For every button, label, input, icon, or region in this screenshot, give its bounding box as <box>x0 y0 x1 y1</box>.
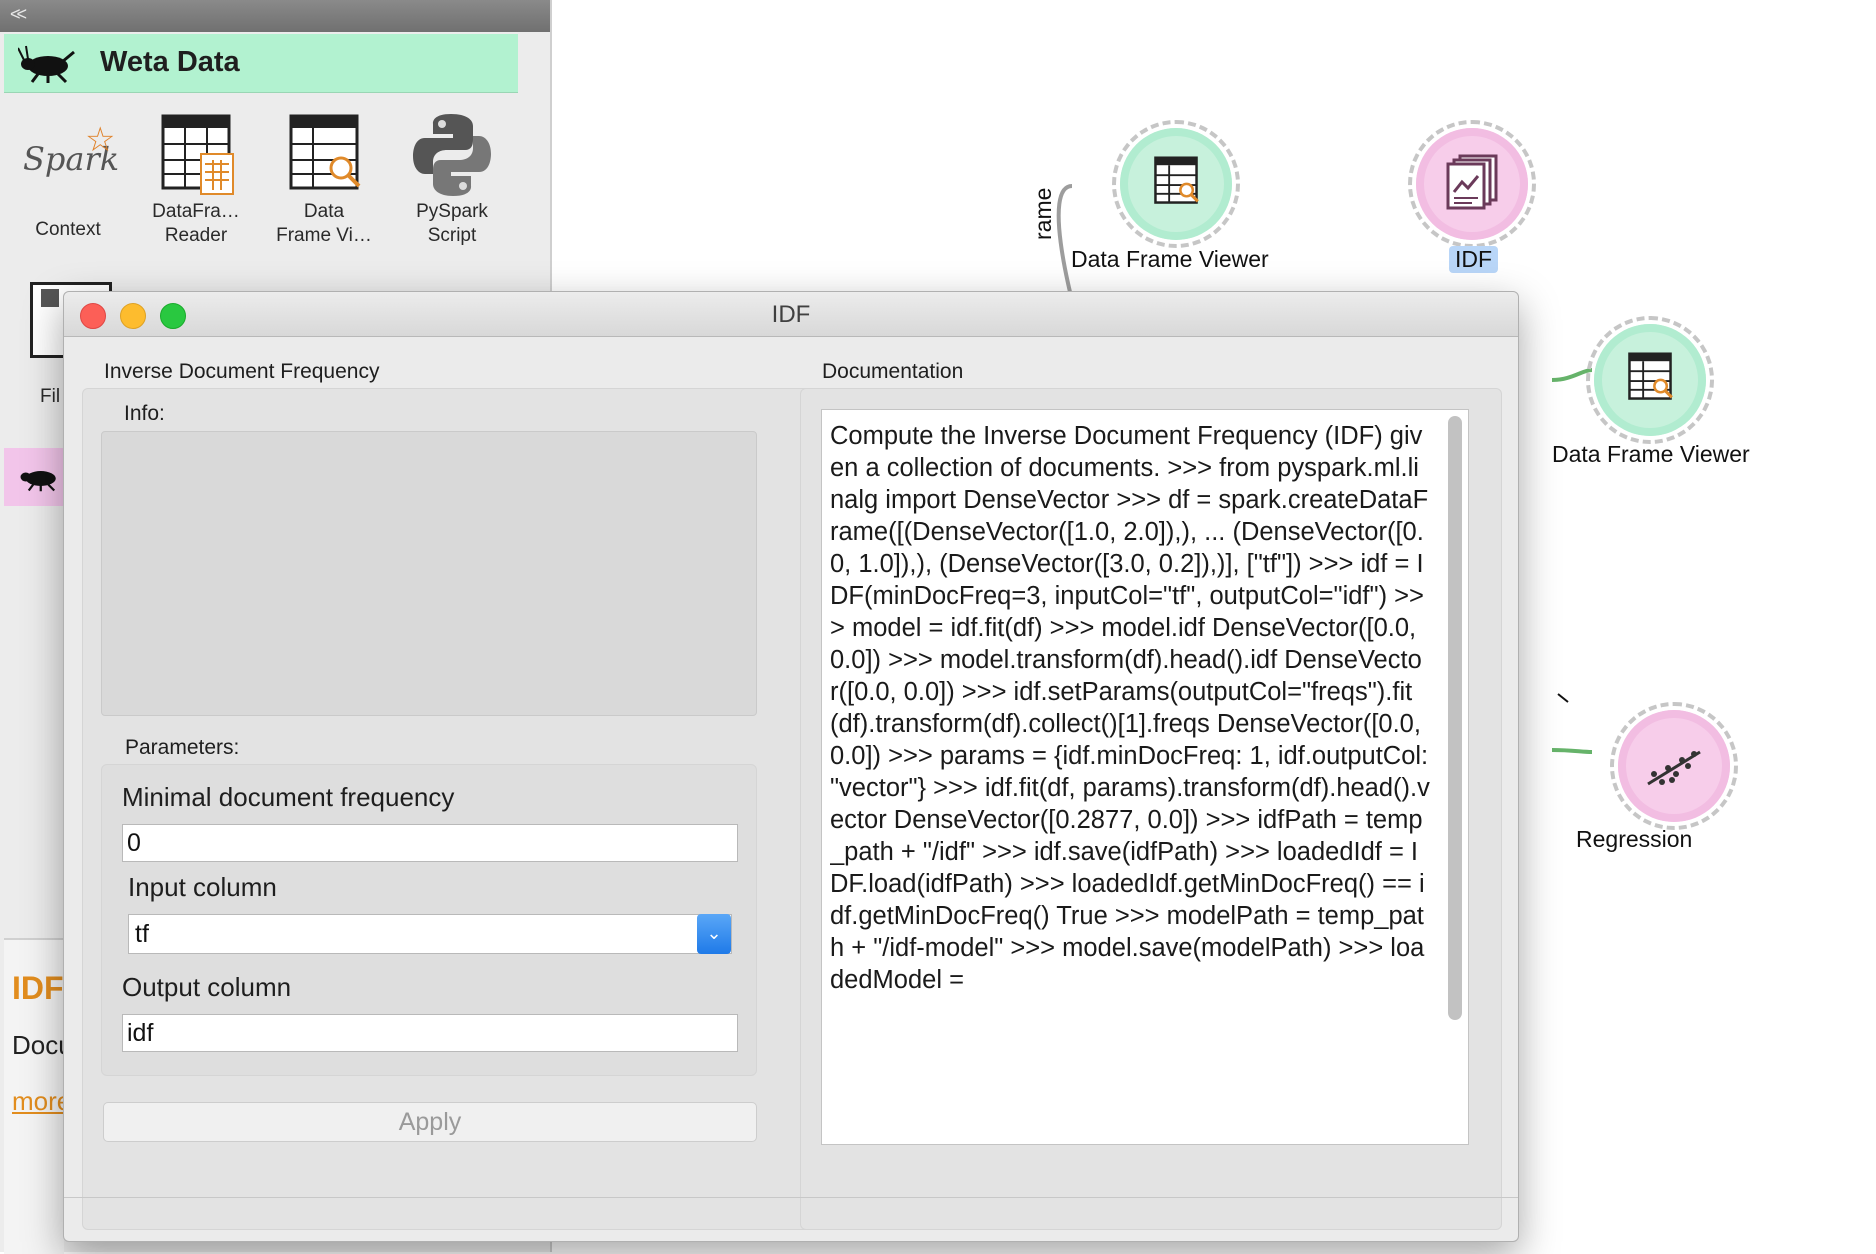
weta-bug-icon <box>18 45 75 84</box>
category-title: Weta Data <box>100 46 240 78</box>
node-data-frame-viewer-1[interactable] <box>1112 120 1242 250</box>
panel-topbar: << <box>0 0 550 32</box>
widget-label-partial: Fil <box>40 386 61 407</box>
help-panel: IDF Docu more <box>4 938 73 1254</box>
node-body <box>1594 324 1706 436</box>
output-column-label: Output column <box>122 972 292 1002</box>
node-body <box>1416 128 1528 240</box>
node-body <box>1120 128 1232 240</box>
widget-data-frame-viewer[interactable]: Data Frame Vi… <box>264 110 384 248</box>
min-doc-freq-input[interactable] <box>122 824 738 862</box>
data-frame-viewer-icon <box>279 110 369 200</box>
dialog-footer-divider <box>64 1197 1518 1198</box>
widget-pyspark-script[interactable]: PySpark Script <box>392 110 512 248</box>
dataframe-reader-icon <box>151 110 241 200</box>
document-stack-icon <box>1446 154 1498 210</box>
min-doc-freq-label: Minimal document frequency <box>122 782 455 812</box>
link-label: rame <box>1030 187 1056 240</box>
widget-label: PySpark Script <box>416 201 488 246</box>
widget-label: Context <box>35 219 101 240</box>
chevron-down-icon[interactable]: ⌄ <box>697 914 731 954</box>
idf-dialog: IDF Inverse Document Frequency Info: Par… <box>63 291 1519 1242</box>
regression-scatter-icon <box>1647 750 1701 786</box>
spark-logo-icon: Spark ☆ <box>23 121 120 178</box>
window-titlebar[interactable]: IDF <box>64 292 1518 337</box>
node-label: Regression <box>1576 826 1693 852</box>
scrollbar[interactable] <box>1448 416 1462 1020</box>
category-header-second[interactable] <box>4 448 64 506</box>
collapse-panel-icon[interactable]: << <box>10 4 27 25</box>
data-frame-viewer-icon <box>1628 352 1673 400</box>
node-body <box>1618 710 1730 822</box>
node-label: Data Frame Viewer <box>1552 441 1750 467</box>
info-area <box>101 431 757 716</box>
data-frame-viewer-icon <box>1154 156 1199 204</box>
weta-bug-icon <box>20 471 56 492</box>
info-label: Info: <box>124 402 165 425</box>
apply-button[interactable]: Apply <box>103 1102 757 1142</box>
node-label: IDF <box>1449 246 1499 273</box>
help-title: IDF <box>12 970 64 1006</box>
category-header-weta-data[interactable]: Weta Data <box>4 34 518 93</box>
documentation-text: Compute the Inverse Document Frequency (… <box>830 422 1430 994</box>
widget-label: Data Frame Vi… <box>276 201 372 246</box>
select-value: tf <box>135 920 149 948</box>
documentation-text-area[interactable]: Compute the Inverse Document Frequency (… <box>821 409 1469 1145</box>
widget-label: DataFra… Reader <box>152 201 240 246</box>
python-icon <box>407 110 497 200</box>
output-column-input[interactable] <box>122 1014 738 1052</box>
parameters-label: Parameters: <box>125 736 240 759</box>
node-idf[interactable] <box>1408 120 1538 250</box>
node-data-frame-viewer[interactable] <box>1586 316 1716 446</box>
window-title: IDF <box>771 301 811 328</box>
section-title-documentation: Documentation <box>822 360 964 383</box>
section-title-idf: Inverse Document Frequency <box>104 360 380 383</box>
widget-context[interactable]: Spark ☆ Context <box>8 118 128 242</box>
input-column-label: Input column <box>128 872 277 902</box>
node-label: Data Frame Viewer (1) <box>1071 246 1269 276</box>
input-column-select[interactable]: tf ⌄ <box>128 914 732 954</box>
node-regression[interactable] <box>1610 702 1740 832</box>
widget-dataframe-reader[interactable]: DataFra… Reader <box>136 110 256 248</box>
